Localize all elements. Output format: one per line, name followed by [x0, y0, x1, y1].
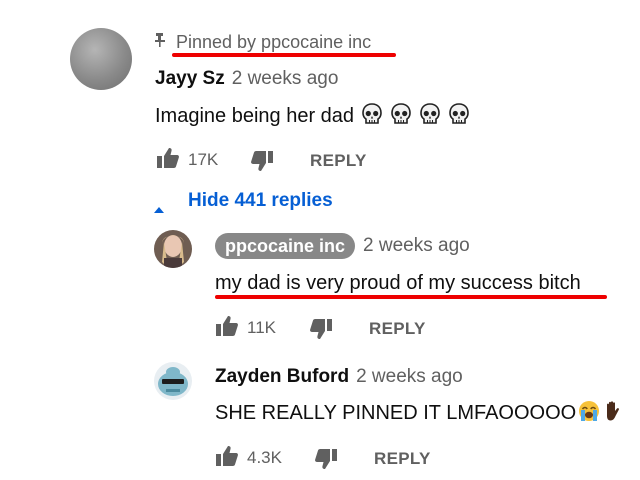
- comment-text: Imagine being her dad: [155, 103, 470, 128]
- comment-author[interactable]: Jayy Sz: [155, 68, 225, 90]
- reply-author[interactable]: Zayden Buford: [215, 366, 349, 388]
- loudly-crying-face-emoji: [576, 401, 600, 424]
- dislike-icon[interactable]: [309, 318, 333, 345]
- comment-time[interactable]: 2 weeks ago: [232, 68, 339, 90]
- like-count: 17K: [188, 150, 219, 169]
- reply-text: SHE REALLY PINNED IT LMFAOOOOO: [215, 400, 624, 425]
- creator-badge-author[interactable]: ppcocaine inc: [215, 233, 356, 259]
- skull-emoji: [359, 103, 383, 127]
- like-icon[interactable]: [215, 315, 239, 342]
- reply-emoji-group: [576, 401, 624, 424]
- red-annotation-underline: [172, 53, 396, 57]
- pin-icon: [154, 32, 166, 53]
- reply-time[interactable]: 2 weeks ago: [363, 235, 470, 257]
- skull-emoji: [446, 103, 470, 127]
- skull-emoji: [388, 103, 412, 127]
- reply-text-content: SHE REALLY PINNED IT LMFAOOOOO: [215, 402, 577, 424]
- skull-emoji: [417, 103, 441, 127]
- reply-avatar-zayden[interactable]: [154, 362, 192, 400]
- caret-up-icon: [154, 197, 164, 213]
- reply-time[interactable]: 2 weeks ago: [356, 366, 463, 388]
- comment-text-content: Imagine being her dad: [155, 105, 355, 127]
- dislike-icon[interactable]: [250, 150, 274, 177]
- pinned-text: Pinned by ppcocaine inc: [176, 31, 372, 52]
- like-icon[interactable]: [215, 445, 239, 472]
- hide-replies-label: Hide 441 replies: [188, 190, 333, 211]
- dislike-icon[interactable]: [314, 448, 338, 475]
- reply-button[interactable]: REPLY: [369, 319, 426, 339]
- raised-back-of-hand-emoji: [600, 401, 624, 424]
- commenter-avatar[interactable]: [70, 28, 132, 90]
- red-annotation-underline: [215, 295, 607, 299]
- like-icon[interactable]: [156, 147, 180, 174]
- reply-avatar-ppcocaine[interactable]: [154, 230, 192, 268]
- like-count: 4.3K: [247, 448, 282, 467]
- reply-button[interactable]: REPLY: [310, 151, 367, 171]
- hide-replies-button[interactable]: Hide 441 replies: [154, 190, 333, 213]
- skull-emoji-group: [354, 103, 470, 127]
- like-count: 11K: [247, 318, 276, 337]
- pinned-label: Pinned by ppcocaine inc: [154, 30, 371, 54]
- reply-text: my dad is very proud of my success bitch: [215, 272, 581, 294]
- reply-button[interactable]: REPLY: [374, 449, 431, 469]
